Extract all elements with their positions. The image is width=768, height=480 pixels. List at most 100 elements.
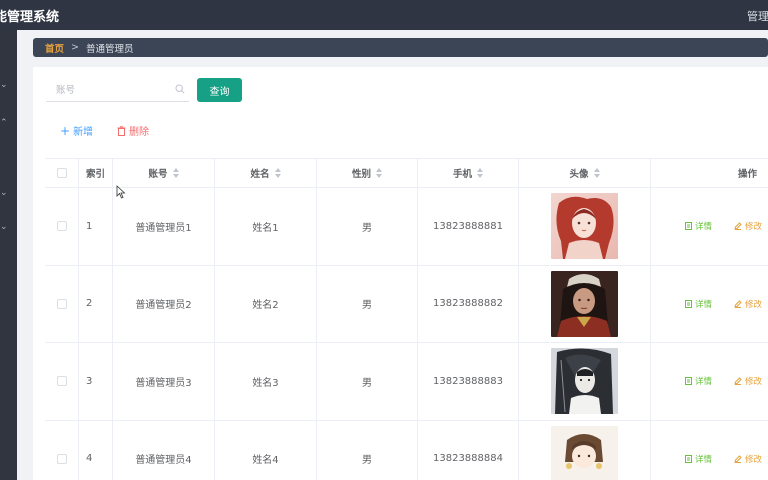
sort-icon[interactable] bbox=[172, 168, 179, 178]
cell-index: 4 bbox=[79, 420, 113, 480]
cell-name: 姓名3 bbox=[215, 343, 317, 420]
chevron-icon[interactable]: ⌄ bbox=[0, 189, 8, 198]
document-icon bbox=[685, 454, 692, 463]
delete-button[interactable]: 删除 bbox=[117, 123, 149, 138]
row-checkbox[interactable] bbox=[56, 376, 67, 387]
edit-label: 修改 bbox=[745, 222, 763, 233]
cell-account: 普通管理员4 bbox=[113, 420, 215, 480]
search-input[interactable] bbox=[46, 79, 164, 101]
sidebar: ⌄ ⌃ ⌄ ⌄ bbox=[0, 30, 17, 480]
chevron-icon[interactable]: ⌃ bbox=[0, 119, 8, 128]
header-ops: 操作 bbox=[738, 169, 758, 180]
cell-phone: 13823888884 bbox=[418, 420, 519, 480]
cell-ops: 详情 修改 bbox=[651, 421, 768, 480]
row-checkbox-cell bbox=[45, 420, 79, 480]
table-header: 索引 账号 姓名 性别 手机 头像 操作 bbox=[45, 158, 768, 188]
cell-ops: 详情 修改 bbox=[651, 266, 768, 343]
breadcrumb: 首页 > 普通管理员 bbox=[33, 38, 768, 57]
cell-ops: 详情 修改 bbox=[651, 343, 768, 420]
header-name-label: 姓名 bbox=[250, 169, 270, 180]
query-button[interactable]: 查询 bbox=[197, 78, 242, 102]
table-row: 4 普通管理员4 姓名4 男 13823888884 详情 修改 bbox=[45, 420, 768, 480]
cell-index: 1 bbox=[79, 188, 113, 265]
edit-label: 修改 bbox=[745, 377, 763, 388]
header-name[interactable]: 姓名 bbox=[215, 159, 317, 187]
admin-table: 索引 账号 姓名 性别 手机 头像 操作 1 普通管理员1 姓名1 男 1382… bbox=[45, 158, 768, 480]
row-checkbox[interactable] bbox=[56, 221, 67, 232]
detail-button[interactable]: 详情 bbox=[685, 453, 712, 465]
app-title: 能管理系统 bbox=[0, 10, 60, 25]
header-phone-label: 手机 bbox=[452, 169, 472, 180]
mouse-cursor-icon bbox=[116, 185, 126, 199]
add-label: 新增 bbox=[73, 127, 94, 138]
edit-button[interactable]: 修改 bbox=[734, 298, 762, 310]
row-checkbox[interactable] bbox=[56, 453, 67, 464]
pencil-icon bbox=[734, 300, 742, 308]
cell-avatar bbox=[519, 420, 651, 480]
avatar[interactable] bbox=[551, 348, 618, 415]
header-index: 索引 bbox=[79, 159, 113, 187]
cell-sex: 男 bbox=[317, 343, 418, 420]
table-row: 1 普通管理员1 姓名1 男 13823888881 详情 修改 bbox=[45, 188, 768, 266]
document-icon bbox=[685, 299, 692, 308]
cell-phone: 13823888882 bbox=[418, 265, 519, 342]
document-icon bbox=[685, 377, 692, 386]
cell-name: 姓名1 bbox=[215, 188, 317, 265]
chevron-icon[interactable]: ⌄ bbox=[0, 81, 8, 90]
detail-button[interactable]: 详情 bbox=[685, 220, 712, 232]
breadcrumb-current: 普通管理员 bbox=[85, 43, 134, 55]
row-checkbox[interactable] bbox=[56, 298, 67, 309]
search-field bbox=[46, 79, 189, 102]
table-row: 2 普通管理员2 姓名2 男 13823888882 详情 修改 bbox=[45, 265, 768, 343]
avatar[interactable] bbox=[551, 425, 618, 480]
select-all-checkbox[interactable] bbox=[56, 168, 67, 178]
cell-index: 2 bbox=[79, 265, 113, 342]
edit-button[interactable]: 修改 bbox=[734, 375, 762, 387]
edit-label: 修改 bbox=[745, 299, 763, 310]
plus-icon: + bbox=[60, 123, 71, 138]
row-checkbox-cell bbox=[45, 265, 79, 342]
breadcrumb-separator: > bbox=[71, 42, 79, 53]
cell-avatar bbox=[519, 343, 651, 420]
pencil-icon bbox=[734, 455, 742, 463]
sort-icon[interactable] bbox=[593, 168, 600, 178]
header-avatar[interactable]: 头像 bbox=[519, 159, 651, 187]
header-sex[interactable]: 性别 bbox=[317, 159, 418, 187]
search-icon[interactable] bbox=[175, 84, 185, 94]
cell-phone: 13823888881 bbox=[418, 188, 519, 265]
detail-button[interactable]: 详情 bbox=[685, 375, 712, 387]
header-account[interactable]: 账号 bbox=[113, 159, 215, 187]
header-account-label: 账号 bbox=[148, 169, 168, 180]
pencil-icon bbox=[734, 222, 742, 231]
detail-label: 详情 bbox=[695, 377, 713, 388]
cell-name: 姓名2 bbox=[215, 265, 317, 342]
cell-sex: 男 bbox=[317, 420, 418, 480]
cell-index: 3 bbox=[79, 343, 113, 420]
cell-ops: 详情 修改 bbox=[651, 188, 768, 265]
header-sex-label: 性别 bbox=[351, 169, 371, 180]
chevron-icon[interactable]: ⌄ bbox=[0, 223, 8, 232]
avatar[interactable] bbox=[551, 270, 618, 337]
detail-label: 详情 bbox=[695, 454, 713, 465]
detail-button[interactable]: 详情 bbox=[685, 298, 712, 310]
edit-button[interactable]: 修改 bbox=[734, 220, 762, 232]
top-bar: 能管理系统 管理 bbox=[0, 0, 768, 30]
sort-icon[interactable] bbox=[477, 168, 483, 178]
cell-avatar bbox=[519, 265, 651, 342]
edit-label: 修改 bbox=[745, 454, 763, 465]
user-menu[interactable]: 管理 bbox=[747, 8, 768, 24]
sort-icon[interactable] bbox=[376, 168, 382, 178]
avatar[interactable] bbox=[551, 193, 618, 260]
cell-account: 普通管理员2 bbox=[113, 265, 215, 342]
cell-sex: 男 bbox=[317, 265, 418, 342]
pencil-icon bbox=[734, 377, 742, 386]
add-button[interactable]: + 新增 bbox=[60, 123, 94, 139]
edit-button[interactable]: 修改 bbox=[734, 453, 762, 465]
header-phone[interactable]: 手机 bbox=[418, 159, 519, 187]
cell-account: 普通管理员1 bbox=[113, 188, 215, 265]
breadcrumb-home[interactable]: 首页 bbox=[45, 41, 64, 55]
cell-avatar bbox=[519, 188, 651, 265]
sort-icon[interactable] bbox=[274, 168, 281, 178]
table-row: 3 普通管理员3 姓名3 男 13823888883 详情 修改 bbox=[45, 343, 768, 421]
detail-label: 详情 bbox=[695, 222, 713, 233]
